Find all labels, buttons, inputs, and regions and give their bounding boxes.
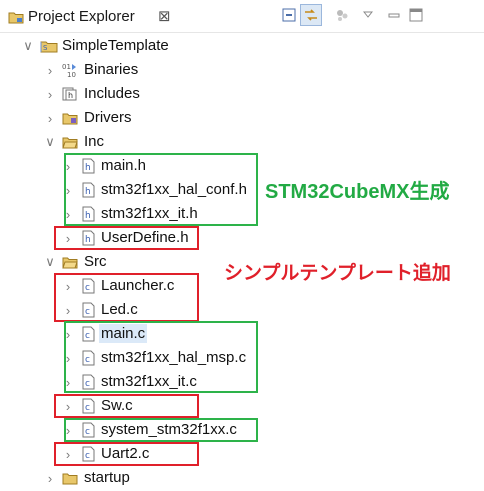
svg-text:01: 01 — [62, 63, 71, 71]
folder-open-icon — [62, 135, 78, 154]
project-explorer-tab[interactable]: Project Explorer ⊠ — [2, 2, 212, 32]
svg-text:h: h — [68, 91, 73, 100]
tree-item-label: SimpleTemplate — [62, 37, 169, 54]
filter-icon[interactable] — [334, 4, 350, 26]
collapse-toggle-icon[interactable]: › — [44, 63, 56, 78]
project-explorer-icon — [8, 10, 24, 29]
tree-item-label: Inc — [84, 133, 105, 150]
project-folder-icon: S — [40, 39, 58, 58]
tree-item-label: startup — [84, 469, 130, 486]
collapse-toggle-icon[interactable]: › — [44, 111, 56, 126]
close-view-icon[interactable]: ⊠ — [158, 7, 171, 25]
tree-item-label: Includes — [84, 85, 140, 102]
template-group-box-uart2 — [54, 442, 199, 466]
tree-item-label: Drivers — [84, 109, 132, 126]
annotation-simple-template-added: シンプルテンプレート追加 — [224, 263, 451, 284]
binaries-icon: 01 10 — [62, 62, 78, 83]
template-group-box-userdefine — [54, 226, 199, 250]
collapse-toggle-icon[interactable]: › — [44, 471, 56, 486]
tree-item-binaries[interactable]: › 01 10 Binaries — [0, 59, 484, 81]
annotation-stm32cubemx-generated: STM32CubeMX生成 — [265, 181, 450, 203]
tree-item-label: Binaries — [84, 61, 139, 78]
svg-text:S: S — [43, 44, 48, 52]
cubemx-group-box-inc — [64, 153, 258, 226]
tree-item-inc[interactable]: ∨ Inc — [0, 131, 484, 153]
expand-toggle-icon[interactable]: ∨ — [44, 134, 56, 150]
view-tab-bar: Project Explorer ⊠ — [0, 0, 484, 33]
includes-icon: h — [62, 87, 78, 106]
minimize-icon[interactable] — [386, 4, 402, 26]
tree-item-includes[interactable]: › h Includes — [0, 83, 484, 105]
expand-toggle-icon[interactable]: ∨ — [22, 38, 34, 54]
collapse-toggle-icon[interactable]: › — [44, 87, 56, 102]
svg-text:10: 10 — [67, 71, 76, 78]
cubemx-group-box-system — [64, 418, 258, 442]
folder-open-icon — [62, 255, 78, 274]
cubemx-group-box-src — [64, 321, 258, 393]
link-with-editor-icon[interactable] — [300, 4, 322, 26]
expand-toggle-icon[interactable]: ∨ — [44, 254, 56, 270]
view-title: Project Explorer — [28, 8, 135, 25]
tree-item-startup[interactable]: › startup — [0, 467, 484, 489]
view-menu-icon[interactable] — [361, 4, 375, 26]
tree-item-label: Src — [84, 253, 107, 270]
maximize-icon[interactable] — [408, 4, 424, 26]
source-folder-icon — [62, 111, 78, 130]
tree-item-simpletemplate[interactable]: ∨ S SimpleTemplate — [0, 35, 484, 57]
collapse-all-icon[interactable] — [280, 4, 298, 26]
folder-icon — [62, 471, 78, 490]
tree-item-drivers[interactable]: › Drivers — [0, 107, 484, 129]
template-group-box-sw — [54, 394, 199, 418]
template-group-box-launcher-led — [54, 273, 199, 322]
